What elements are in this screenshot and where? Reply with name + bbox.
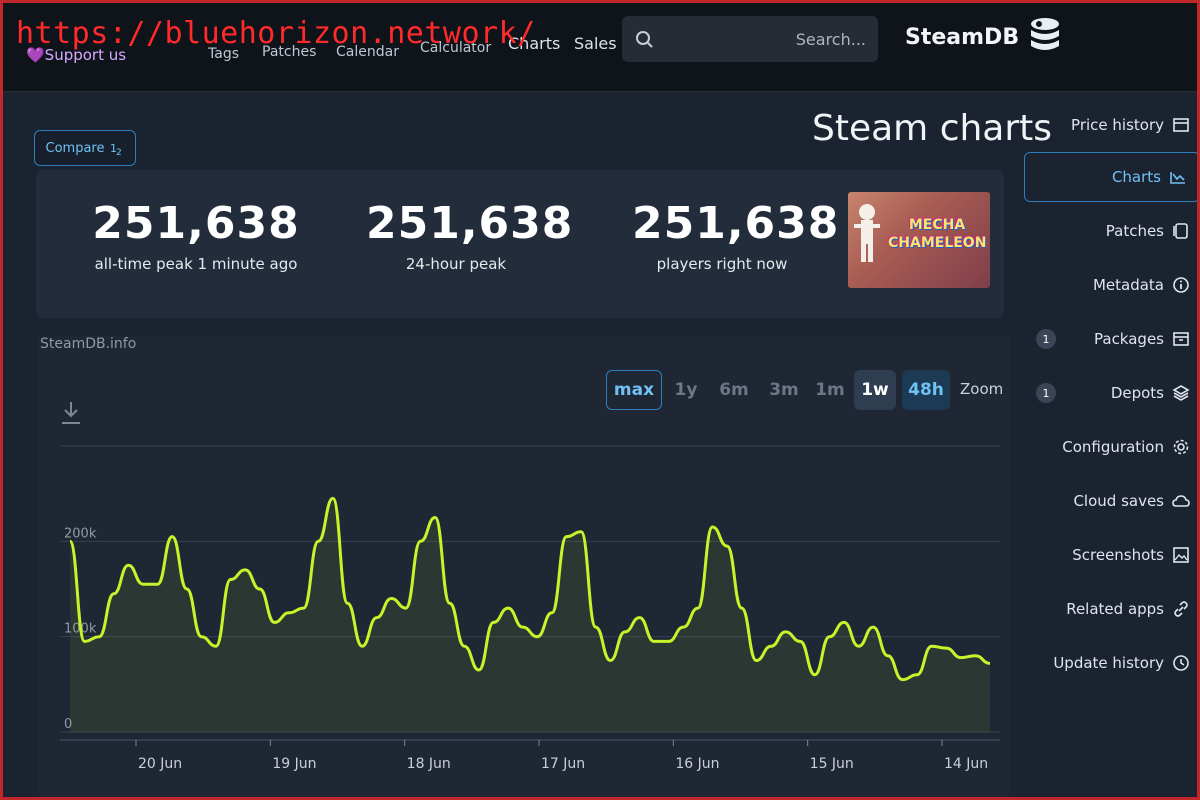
x-tick-label: 15 Jun bbox=[810, 756, 854, 772]
x-tick-label: 20 Jun bbox=[138, 756, 182, 772]
game-title-line1: MECHA bbox=[908, 217, 966, 233]
compare-label: Compare bbox=[45, 140, 105, 156]
sidebar-item-label: Depots bbox=[1110, 384, 1164, 402]
sidebar-item-label: Update history bbox=[1053, 654, 1164, 672]
x-tick-label: 17 Jun bbox=[541, 756, 585, 772]
sidebar-item-label: Packages bbox=[1094, 330, 1164, 348]
sidebar-item-metadata[interactable]: Metadata bbox=[1093, 260, 1190, 310]
sidebar-item-label: Price history bbox=[1071, 116, 1164, 134]
compare-icon: 1 2 bbox=[110, 142, 122, 156]
sidebar-item-label: Configuration bbox=[1062, 438, 1164, 456]
packages-count-badge: 1 bbox=[1036, 329, 1056, 349]
peak-24h-label: 24-hour peak bbox=[405, 255, 507, 273]
game-title-art: MECHA CHAMELEON bbox=[888, 216, 986, 252]
all-time-peak-stat: 251,638 all-time peak 1 minute ago bbox=[76, 198, 316, 273]
image-icon bbox=[1173, 547, 1189, 563]
sidebar-item-label: Charts bbox=[1111, 168, 1161, 186]
player-stats-panel: MECHA CHAMELEON 251,638 players right no… bbox=[36, 170, 1004, 318]
sidebar-item-label: Patches bbox=[1105, 222, 1164, 240]
steamdb-logo[interactable]: SteamDB bbox=[905, 16, 1063, 58]
logo-text: SteamDB bbox=[905, 24, 1020, 50]
game-thumbnail[interactable]: MECHA CHAMELEON bbox=[848, 192, 990, 288]
players-now-label: players right now bbox=[656, 255, 788, 273]
search-icon bbox=[636, 31, 653, 48]
gear-icon bbox=[1173, 439, 1189, 455]
depots-icon bbox=[1172, 385, 1190, 401]
peak-24h-value: 251,638 bbox=[366, 198, 574, 249]
players-now-stat: 251,638 players right now bbox=[632, 198, 840, 273]
sidebar-item-cloud-saves[interactable]: Cloud saves bbox=[1073, 476, 1190, 526]
database-icon bbox=[1031, 18, 1060, 50]
x-tick-label: 19 Jun bbox=[272, 756, 316, 772]
sidebar-item-packages[interactable]: Packages bbox=[1094, 314, 1190, 364]
sidebar-item-label: Related apps bbox=[1066, 600, 1164, 618]
all-time-peak-value: 251,638 bbox=[92, 198, 300, 249]
player-count-chart[interactable]: 0100k200k14 Jun15 Jun16 Jun17 Jun18 Jun1… bbox=[38, 336, 1010, 798]
sidebar-item-update-history[interactable]: Update history bbox=[1053, 638, 1190, 688]
svg-text:2: 2 bbox=[116, 148, 122, 156]
sidebar-item-patches[interactable]: Patches bbox=[1106, 206, 1190, 256]
depots-count-badge: 1 bbox=[1036, 383, 1056, 403]
search-box[interactable] bbox=[622, 16, 878, 62]
player-chart-panel: SteamDB.info Zoom 48h 1w 1m 3m 6m 1y max… bbox=[38, 336, 1010, 798]
peak-24h-stat: 251,638 24-hour peak bbox=[366, 198, 574, 273]
x-tick-label: 18 Jun bbox=[407, 756, 451, 772]
players-now-value: 251,638 bbox=[632, 198, 840, 249]
sidebar-item-screenshots[interactable]: Screenshots bbox=[1072, 530, 1190, 580]
sidebar-item-charts[interactable]: Charts bbox=[1024, 152, 1200, 202]
history-icon bbox=[1173, 655, 1189, 671]
sidebar-item-label: Cloud saves bbox=[1073, 492, 1164, 510]
packages-icon bbox=[1173, 332, 1189, 346]
compare-button[interactable]: Compare 1 2 bbox=[34, 130, 136, 166]
series-area bbox=[70, 498, 990, 732]
x-tick-label: 14 Jun bbox=[944, 756, 988, 772]
sidebar-item-configuration[interactable]: Configuration bbox=[1062, 422, 1190, 472]
sidebar-item-label: Metadata bbox=[1092, 276, 1164, 294]
link-icon bbox=[1174, 601, 1188, 617]
game-title-line2: CHAMELEON bbox=[888, 235, 987, 251]
all-time-peak-label: all-time peak 1 minute ago bbox=[94, 255, 298, 273]
sidebar-item-price-history[interactable]: Price history bbox=[1071, 100, 1190, 150]
sidebar-item-depots[interactable]: Depots bbox=[1111, 368, 1190, 418]
info-icon bbox=[1173, 277, 1189, 293]
charts-icon bbox=[1170, 172, 1185, 184]
page-title: Steam charts bbox=[812, 108, 1053, 149]
sidebar-item-related-apps[interactable]: Related apps bbox=[1066, 584, 1190, 634]
patches-icon bbox=[1173, 223, 1188, 239]
url-overlay: https://bluehorizon.network/ bbox=[16, 16, 536, 51]
nav-sales[interactable]: Sales bbox=[574, 34, 617, 53]
x-tick-label: 16 Jun bbox=[675, 756, 719, 772]
price-history-icon bbox=[1173, 118, 1189, 132]
search-input[interactable] bbox=[666, 29, 866, 49]
sidebar-item-label: Screenshots bbox=[1072, 546, 1164, 564]
y-tick-label: 200k bbox=[64, 526, 97, 541]
cloud-icon bbox=[1172, 495, 1190, 507]
character-figure bbox=[854, 204, 880, 262]
